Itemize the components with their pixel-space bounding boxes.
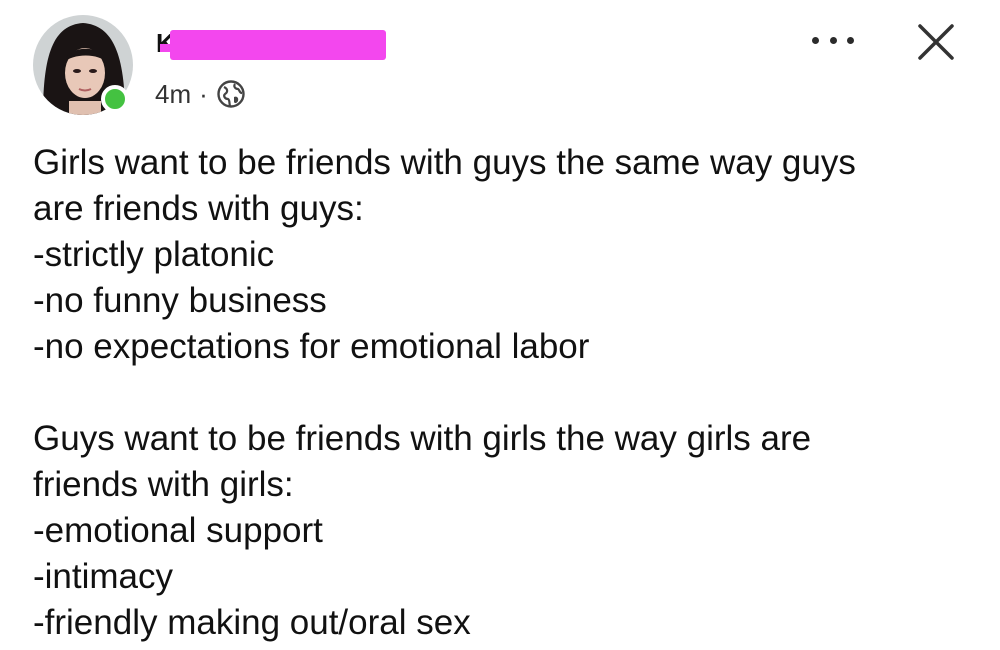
meta-separator: · — [199, 78, 208, 109]
post-body: Girls want to be friends with guys the s… — [33, 140, 983, 646]
post-line: Girls want to be friends with guys the s… — [33, 143, 856, 182]
post-timestamp[interactable]: 4m — [155, 79, 191, 110]
name-redaction — [170, 30, 386, 60]
name-redaction-stroke — [160, 44, 190, 52]
post-line: friends with girls: — [33, 465, 294, 504]
post-meta: 4m · — [155, 76, 246, 112]
globe-icon[interactable] — [216, 79, 246, 109]
post-header: K 4m · — [0, 0, 1000, 130]
post-line: -no expectations for emotional labor — [33, 327, 590, 366]
post-line: -friendly making out/oral sex — [33, 603, 471, 642]
post-line: Guys want to be friends with girls the w… — [33, 419, 812, 458]
close-icon[interactable] — [916, 22, 956, 62]
post-line: -emotional support — [33, 511, 323, 550]
post-line: -no funny business — [33, 281, 327, 320]
post-line: -strictly platonic — [33, 235, 275, 274]
more-dot — [829, 36, 837, 44]
online-status-indicator — [101, 85, 129, 113]
post-line: -intimacy — [33, 557, 174, 596]
post-line: are friends with guys: — [33, 189, 364, 228]
more-options-icon[interactable] — [812, 28, 854, 52]
more-dot — [847, 36, 854, 44]
more-dot — [812, 36, 819, 44]
author-name[interactable]: K — [152, 22, 392, 66]
